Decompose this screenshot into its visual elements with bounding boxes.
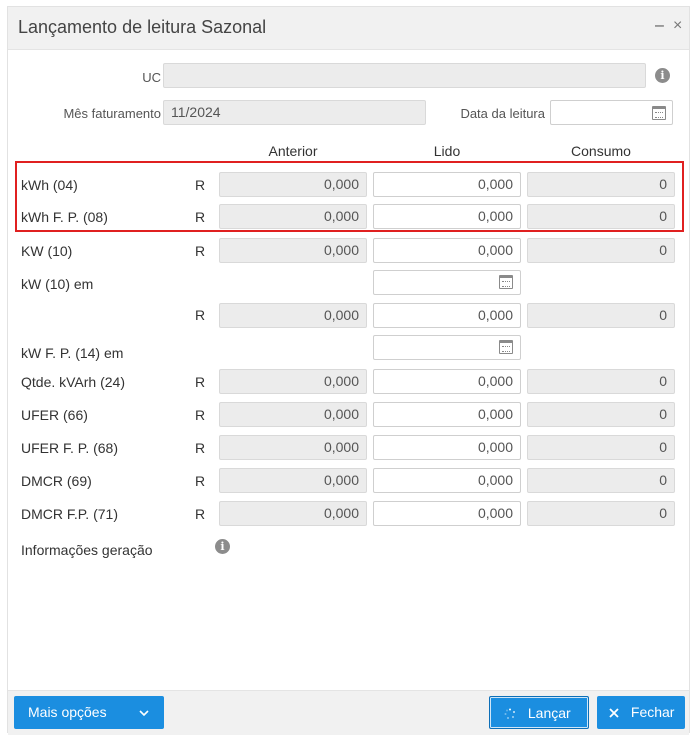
fechar-button[interactable]: Fechar [597,696,685,729]
anterior-field[interactable]: 0,000 [219,501,367,526]
fechar-label: Fechar [630,704,675,720]
row-r-indicator: R [195,440,206,456]
consumo-field[interactable]: 0 [527,172,675,197]
consumo-field[interactable]: 0 [527,303,675,328]
row-r-indicator: R [195,243,206,259]
lido-input[interactable]: 0,000 [373,303,521,328]
lido-input[interactable]: 0,000 [373,435,521,460]
row-label-ufer: UFER (66) [21,407,88,423]
row-r-indicator: R [195,506,206,522]
dialog-titlebar: Lançamento de leitura Sazonal – × [8,7,689,50]
minimize-button[interactable]: – [655,17,664,35]
row-label-dmcr-fp: DMCR F.P. (71) [21,506,118,522]
data-leitura-label: Data da leitura [460,106,545,121]
lancar-label: Lançar [527,705,571,721]
row-r-indicator: R [195,473,206,489]
lido-input[interactable]: 0,000 [373,369,521,394]
column-header-anterior: Anterior [268,143,318,159]
chevron-down-icon [138,696,150,729]
row-label-kwh-fp: kWh F. P. (08) [21,209,108,225]
calendar-icon[interactable] [652,106,666,120]
info-icon[interactable]: i [215,539,230,554]
row-label-kwh: kWh (04) [21,177,78,193]
close-icon[interactable]: × [673,17,682,35]
seasonal-reading-dialog: Lançamento de leitura Sazonal – × UC i M… [7,6,690,735]
info-icon[interactable]: i [655,68,670,83]
mais-opcoes-label: Mais opções [28,704,107,720]
lido-input[interactable]: 0,000 [373,468,521,493]
row-r-indicator: R [195,307,206,323]
dialog-footer: Mais opções Lançar Fechar [8,690,689,735]
consumo-field[interactable]: 0 [527,501,675,526]
anterior-field[interactable]: 0,000 [219,238,367,263]
lancar-button[interactable]: Lançar [489,696,589,729]
consumo-field[interactable]: 0 [527,204,675,229]
anterior-field[interactable]: 0,000 [219,172,367,197]
mes-faturamento-field[interactable]: 11/2024 [163,100,426,125]
row-r-indicator: R [195,407,206,423]
consumo-field[interactable]: 0 [527,369,675,394]
lido-input[interactable]: 0,000 [373,204,521,229]
lido-input[interactable]: 0,000 [373,238,521,263]
anterior-field[interactable]: 0,000 [219,435,367,460]
consumo-field[interactable]: 0 [527,402,675,427]
mes-faturamento-label: Mês faturamento [63,106,161,121]
anterior-field[interactable]: 0,000 [219,369,367,394]
column-header-consumo: Consumo [571,143,631,159]
anterior-field[interactable]: 0,000 [219,204,367,229]
uc-field[interactable] [163,63,646,88]
spinner-icon [504,697,516,730]
anterior-field[interactable]: 0,000 [219,468,367,493]
row-label-dmcr: DMCR (69) [21,473,92,489]
informacoes-geracao-label: Informações geração [21,542,153,558]
row-r-indicator: R [195,374,206,390]
row-label-kvarh: Qtde. kVArh (24) [21,374,126,390]
consumo-field[interactable]: 0 [527,238,675,263]
column-header-lido: Lido [433,143,461,159]
row-label-kw-fp-em: kW F. P. (14) em [21,345,124,361]
anterior-field[interactable]: 0,000 [219,402,367,427]
dialog-title: Lançamento de leitura Sazonal [18,17,267,37]
row-r-indicator: R [195,209,206,225]
lido-input[interactable]: 0,000 [373,501,521,526]
anterior-field[interactable]: 0,000 [219,303,367,328]
consumo-field[interactable]: 0 [527,468,675,493]
uc-label: UC [142,70,161,85]
row-label-ufer-fp: UFER F. P. (68) [21,440,118,456]
calendar-icon[interactable] [499,340,513,354]
row-label-kw: KW (10) [21,243,73,259]
mais-opcoes-button[interactable]: Mais opções [14,696,164,729]
row-r-indicator: R [195,177,206,193]
lido-input[interactable]: 0,000 [373,402,521,427]
calendar-icon[interactable] [499,275,513,289]
lido-input[interactable]: 0,000 [373,172,521,197]
consumo-field[interactable]: 0 [527,435,675,460]
row-label-kw-em: kW (10) em [21,276,94,292]
close-icon [609,696,619,729]
